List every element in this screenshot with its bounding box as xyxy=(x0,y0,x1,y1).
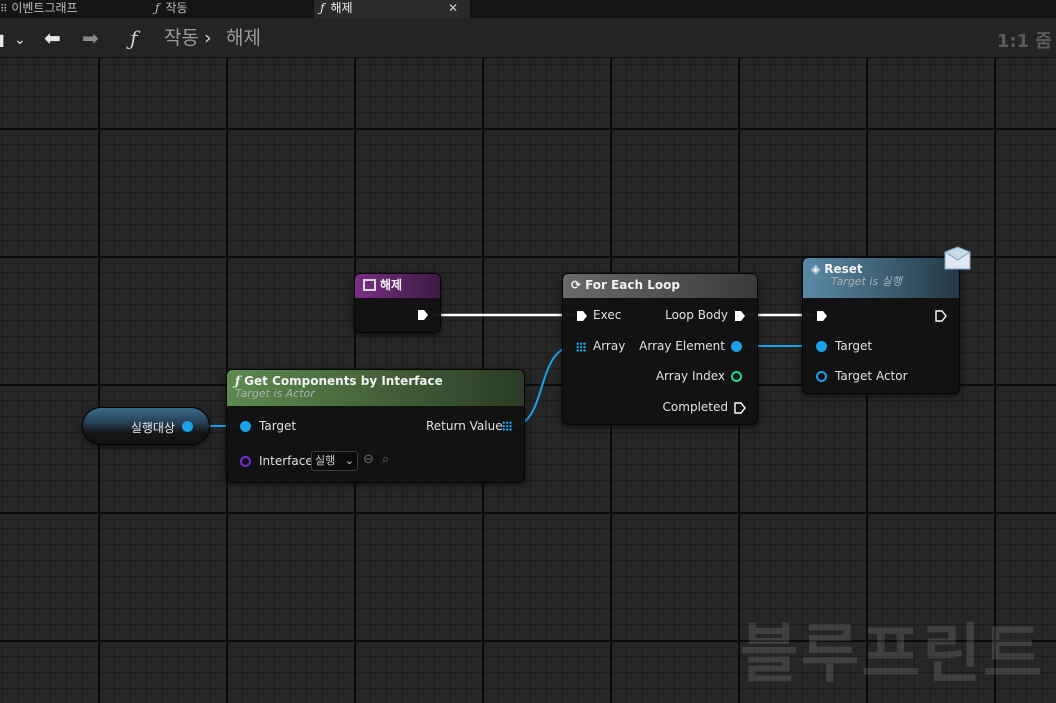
function-icon: ƒ xyxy=(320,1,325,15)
pin-label-array-element: Array Element xyxy=(639,339,725,353)
exec-input-pin[interactable] xyxy=(816,310,828,322)
variable-name: 실행대상 xyxy=(130,421,175,435)
close-icon[interactable]: ✕ xyxy=(448,0,458,16)
node-header: 해제 xyxy=(355,274,440,298)
tab-label: 해제 xyxy=(330,1,353,15)
array-input-pin[interactable] xyxy=(576,342,586,352)
interface-class-dropdown[interactable]: 실행 ⌄ xyxy=(311,451,358,471)
loop-icon: ⟳ xyxy=(571,278,582,292)
interface-input-pin[interactable] xyxy=(240,456,251,467)
pin-label-target: Target xyxy=(835,339,873,353)
tab-function-operate[interactable]: ƒ 작동 xyxy=(155,0,310,18)
get-components-node[interactable]: ƒ Get Components by Interface Target is A… xyxy=(226,369,525,483)
node-title: Reset xyxy=(824,262,863,276)
completed-output-pin[interactable] xyxy=(734,402,746,414)
tab-label: 작동 xyxy=(165,1,188,15)
chevron-down-icon[interactable]: ⌄ xyxy=(14,28,26,52)
function-icon: ƒ xyxy=(130,26,138,50)
node-subtitle: Target is Actor xyxy=(235,387,315,400)
exec-output-pin[interactable] xyxy=(417,309,429,321)
message-diamond-icon: ◈ xyxy=(811,262,821,276)
pin-label-array-index: Array Index xyxy=(655,369,725,383)
pin-label-interface: Interface xyxy=(259,454,313,468)
array-element-output-pin[interactable] xyxy=(731,341,742,352)
exec-input-pin[interactable] xyxy=(576,310,588,322)
pin-label-array: Array xyxy=(593,339,626,353)
tab-bar: ⠿ 이벤트그래프 ƒ 작동 ƒ 해제 ✕ xyxy=(0,0,1056,18)
pin-label-completed: Completed xyxy=(662,400,728,414)
variable-get-node[interactable]: 실행대상 xyxy=(82,407,210,445)
bookmark-icon[interactable]: ▮ xyxy=(0,28,5,52)
chevron-down-icon: ⌄ xyxy=(344,454,354,467)
node-title: 해제 xyxy=(380,278,403,292)
node-title: Get Components by Interface xyxy=(244,374,443,388)
graph-toolbar: ▮ ⌄ ⬅ ➡ ƒ 작동 › 해제 1:1 줌 xyxy=(0,18,1056,58)
back-arrow-icon[interactable]: ⬅ xyxy=(44,26,61,50)
search-icon[interactable]: ⌕ xyxy=(382,452,389,467)
exec-output-pin[interactable] xyxy=(935,310,947,322)
target-input-pin[interactable] xyxy=(240,421,251,432)
forward-arrow-icon[interactable]: ➡ xyxy=(82,26,99,50)
function-icon: ƒ xyxy=(235,374,241,388)
dropdown-value: 실행 xyxy=(315,454,336,467)
reset-message-node[interactable]: ◈ Reset Target is 실행 Target Target Actor xyxy=(802,257,960,394)
node-title: For Each Loop xyxy=(585,278,680,292)
array-index-output-pin[interactable] xyxy=(731,371,742,382)
event-icon xyxy=(363,279,376,291)
tab-function-release[interactable]: ƒ 해제 ✕ xyxy=(314,0,470,18)
target-input-pin[interactable] xyxy=(816,341,827,352)
pin-label-target: Target xyxy=(259,419,297,433)
graph-icon: ⠿ xyxy=(0,4,8,15)
loop-body-output-pin[interactable] xyxy=(734,310,746,322)
breadcrumb-parent[interactable]: 작동 xyxy=(164,26,199,50)
pin-label-return-value: Return Value xyxy=(426,419,503,433)
blueprint-watermark: 블루프린트 xyxy=(739,618,1044,692)
for-each-loop-node[interactable]: ⟳ For Each Loop Exec Array Loop Body Arra… xyxy=(562,273,758,425)
node-header: ◈ Reset Target is 실행 xyxy=(803,258,959,298)
pin-label-exec: Exec xyxy=(593,308,622,322)
envelope-icon xyxy=(944,246,971,270)
zoom-level: 1:1 줌 xyxy=(996,31,1052,52)
function-icon: ƒ xyxy=(155,1,160,15)
function-entry-node[interactable]: 해제 xyxy=(354,273,441,333)
target-actor-input-pin[interactable] xyxy=(816,371,827,382)
node-header: ⟳ For Each Loop xyxy=(563,274,757,298)
array-output-pin[interactable] xyxy=(502,421,512,431)
breadcrumb-current: 해제 xyxy=(226,27,261,49)
pin-label-target-actor: Target Actor xyxy=(835,369,908,383)
variable-output-pin[interactable] xyxy=(182,421,193,432)
use-selected-icon[interactable]: ⊖ xyxy=(363,452,374,467)
tab-label: 이벤트그래프 xyxy=(11,1,78,15)
tab-event-graph[interactable]: ⠿ 이벤트그래프 xyxy=(0,0,150,18)
node-subtitle: Target is 실행 xyxy=(831,275,902,288)
node-header: ƒ Get Components by Interface Target is A… xyxy=(227,370,524,406)
pin-label-loop-body: Loop Body xyxy=(665,308,728,322)
breadcrumb-separator: › xyxy=(204,27,212,49)
